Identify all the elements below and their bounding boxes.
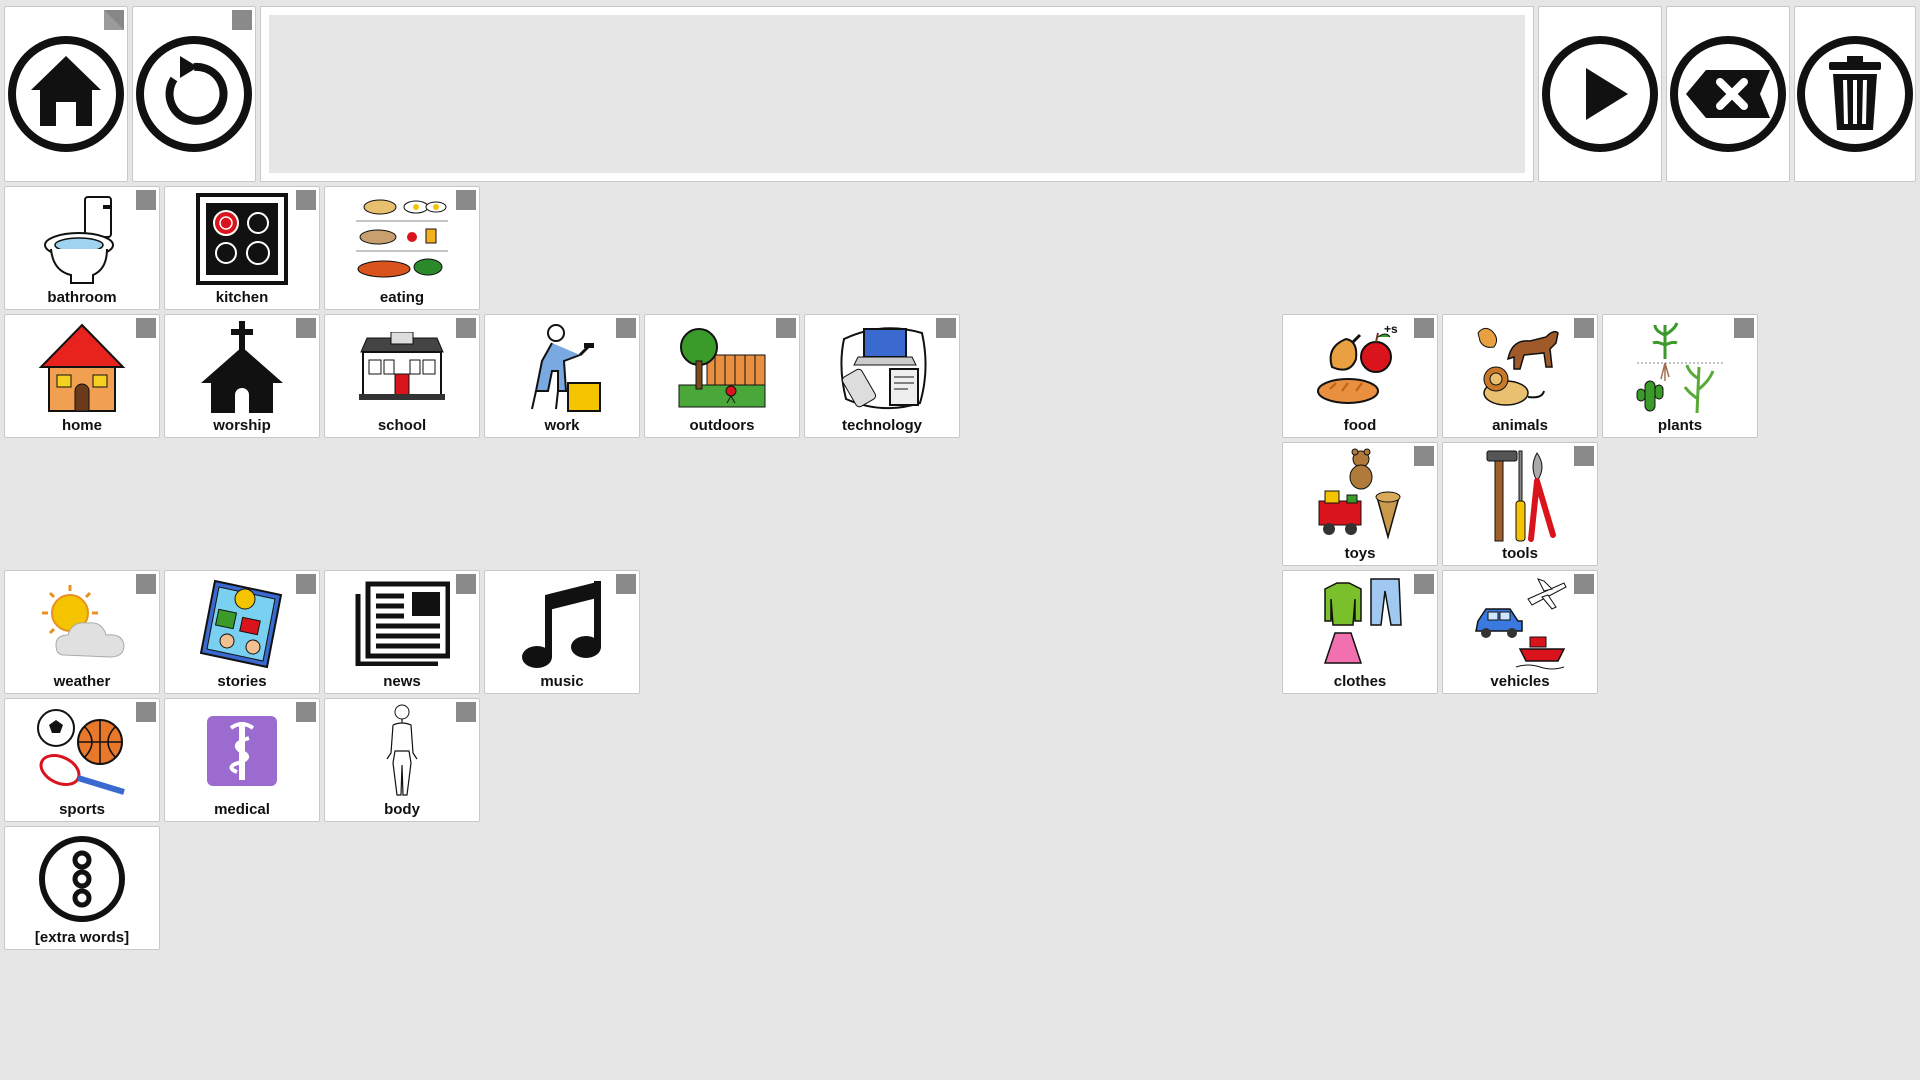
tile-label: work — [544, 417, 580, 434]
tile-worship[interactable]: worship — [164, 314, 320, 438]
folder-corner-icon — [136, 190, 156, 210]
folder-corner-icon — [296, 318, 316, 338]
folder-corner-icon — [776, 318, 796, 338]
tile-label: medical — [214, 801, 270, 818]
folder-corner-icon — [1574, 574, 1594, 594]
tile-bathroom[interactable]: bathroom — [4, 186, 160, 310]
back-arrow-icon — [136, 36, 252, 152]
clear-button[interactable] — [1794, 6, 1916, 182]
tile-label: music — [540, 673, 584, 690]
speak-button[interactable] — [1538, 6, 1662, 182]
tile-label: plants — [1657, 417, 1703, 434]
more-options-icon — [5, 829, 159, 929]
folder-corner-icon — [456, 190, 476, 210]
folder-corner-icon — [232, 10, 252, 30]
tile-label: stories — [217, 673, 267, 690]
tile-label: worship — [213, 417, 271, 434]
tile-label: clothes — [1333, 673, 1387, 690]
tile-label: kitchen — [215, 289, 269, 306]
tile-work[interactable]: work — [484, 314, 640, 438]
folder-corner-icon — [1414, 574, 1434, 594]
tile-news[interactable]: news — [324, 570, 480, 694]
tile-music[interactable]: music — [484, 570, 640, 694]
backspace-icon — [1670, 36, 1786, 152]
tile-label: news — [383, 673, 421, 690]
folder-corner-icon — [296, 702, 316, 722]
tile-label: vehicles — [1490, 673, 1550, 690]
folder-corner-icon — [616, 318, 636, 338]
folder-corner-icon — [1414, 318, 1434, 338]
tile-label: home — [61, 417, 102, 434]
folder-corner-icon — [456, 318, 476, 338]
tile-clothes[interactable]: clothes — [1282, 570, 1438, 694]
tile-sports[interactable]: sports — [4, 698, 160, 822]
folder-corner-icon — [456, 574, 476, 594]
tile-kitchen[interactable]: kitchen — [164, 186, 320, 310]
folder-corner-icon — [296, 574, 316, 594]
tile-extra-words[interactable]: [extra words] — [4, 826, 160, 950]
tile-school[interactable]: school — [324, 314, 480, 438]
message-bar-text[interactable] — [269, 15, 1525, 173]
tile-food[interactable]: +s food — [1282, 314, 1438, 438]
folder-corner-icon — [1414, 446, 1434, 466]
tile-weather[interactable]: weather — [4, 570, 160, 694]
folder-corner-icon — [1574, 318, 1594, 338]
tile-body[interactable]: body — [324, 698, 480, 822]
home-icon — [8, 36, 124, 152]
folder-corner-icon — [104, 10, 124, 30]
tile-label: eating — [379, 289, 425, 306]
tile-label: sports — [59, 801, 105, 818]
tile-outdoors[interactable]: outdoors — [644, 314, 800, 438]
tile-animals[interactable]: animals — [1442, 314, 1598, 438]
tile-label: animals — [1492, 417, 1548, 434]
tile-plants[interactable]: plants — [1602, 314, 1758, 438]
folder-corner-icon — [136, 574, 156, 594]
folder-corner-icon — [456, 702, 476, 722]
tile-stories[interactable]: stories — [164, 570, 320, 694]
tile-home[interactable]: home — [4, 314, 160, 438]
tile-label: tools — [1502, 545, 1538, 562]
app-screen: bathroom kitchen eating home worship sch… — [0, 0, 1920, 1080]
tile-label: toys — [1344, 545, 1376, 562]
trash-icon — [1797, 36, 1913, 152]
tile-medical[interactable]: medical — [164, 698, 320, 822]
folder-corner-icon — [136, 318, 156, 338]
folder-corner-icon — [1734, 318, 1754, 338]
message-bar[interactable] — [260, 6, 1534, 182]
backspace-button[interactable] — [1666, 6, 1790, 182]
tile-eating[interactable]: eating — [324, 186, 480, 310]
tile-label: body — [384, 801, 420, 818]
tile-label: school — [377, 417, 427, 434]
tile-label: weather — [53, 673, 111, 690]
folder-corner-icon — [1574, 446, 1594, 466]
folder-corner-icon — [936, 318, 956, 338]
tile-label: technology — [841, 417, 922, 434]
folder-corner-icon — [616, 574, 636, 594]
tile-label: [extra words] — [34, 929, 130, 946]
home-button[interactable] — [4, 6, 128, 182]
tile-vehicles[interactable]: vehicles — [1442, 570, 1598, 694]
back-button[interactable] — [132, 6, 256, 182]
folder-corner-icon — [296, 190, 316, 210]
tile-technology[interactable]: technology — [804, 314, 960, 438]
tile-toys[interactable]: toys — [1282, 442, 1438, 566]
tile-label: bathroom — [47, 289, 117, 306]
play-icon — [1542, 36, 1658, 152]
tile-label: outdoors — [689, 417, 755, 434]
tile-tools[interactable]: tools — [1442, 442, 1598, 566]
folder-corner-icon — [136, 702, 156, 722]
tile-label: food — [1343, 417, 1377, 434]
